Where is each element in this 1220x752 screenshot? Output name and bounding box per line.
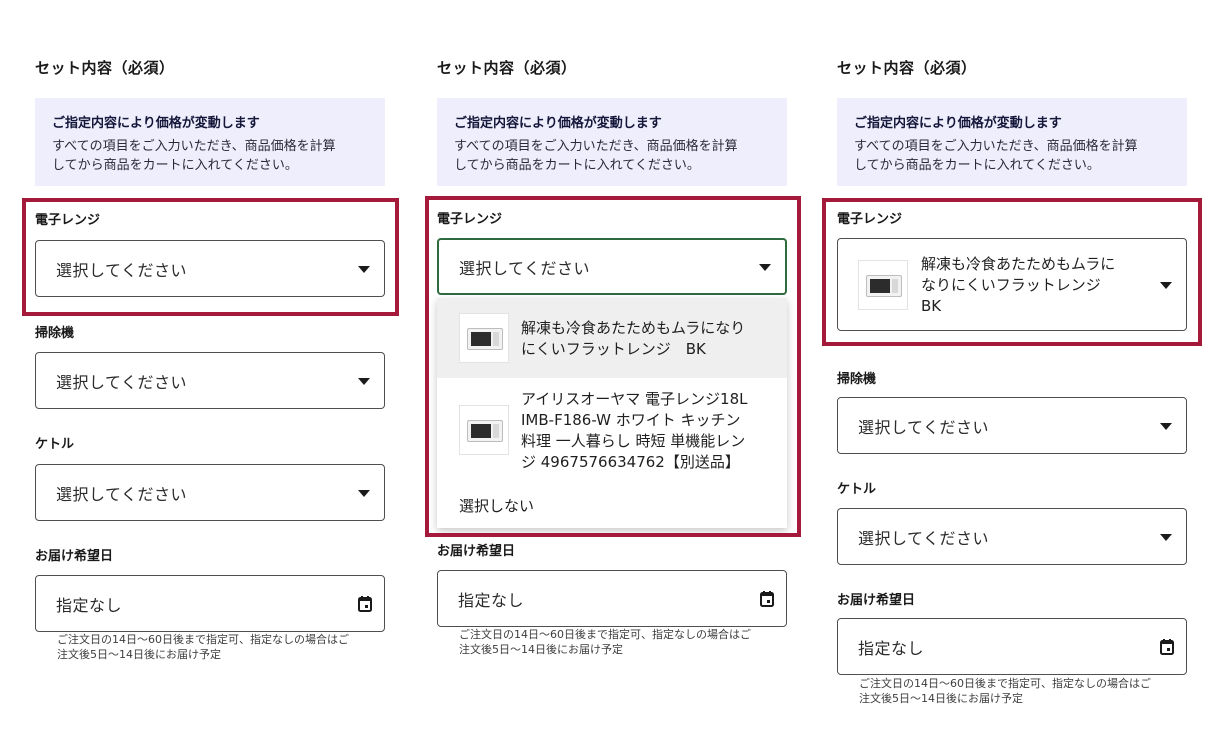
section-title: セット内容（必須） bbox=[35, 59, 175, 77]
notice-body-2: してから商品をカートに入れてください。 bbox=[454, 158, 700, 173]
none-option-label: 選択しない bbox=[459, 497, 535, 515]
option1-line2: にくいフラットレンジ BK bbox=[521, 340, 706, 358]
microwave-select-value: 選択してください bbox=[56, 260, 188, 280]
delivery-note-line2: 注文後5日〜14日後にお届け予定 bbox=[859, 692, 1023, 705]
delivery-note-line1: ご注文日の14日〜60日後まで指定可、指定なしの場合はご bbox=[459, 628, 751, 641]
price-notice: ご指定内容により価格が変動します すべての項目をご入力いただき、商品価格を計算 … bbox=[35, 98, 385, 186]
caret-down-icon bbox=[358, 377, 370, 385]
microwave-select[interactable]: 選択してください bbox=[35, 240, 385, 297]
notice-heading: ご指定内容により価格が変動します bbox=[52, 116, 260, 131]
microwave-label: 電子レンジ bbox=[35, 213, 101, 228]
notice-heading: ご指定内容により価格が変動します bbox=[454, 116, 662, 131]
vacuum-select[interactable]: 選択してください bbox=[35, 352, 385, 409]
calendar-icon[interactable] bbox=[358, 595, 372, 612]
selected-line1: 解凍も冷食あたためもムラに bbox=[921, 255, 1116, 273]
price-notice: ご指定内容により価格が変動します すべての項目をご入力いただき、商品価格を計算 … bbox=[437, 98, 787, 186]
price-notice: ご指定内容により価格が変動します すべての項目をご入力いただき、商品価格を計算 … bbox=[837, 98, 1187, 186]
delivery-label: お届け希望日 bbox=[837, 593, 916, 608]
caret-down-icon bbox=[358, 489, 370, 497]
dropdown-option-flat-range[interactable]: 解凍も冷食あたためもムラになり にくいフラットレンジ BK bbox=[437, 298, 787, 378]
caret-down-icon bbox=[1160, 422, 1172, 430]
option-text: アイリスオーヤマ 電子レンジ18L IMB-F186-W ホワイト キッチン 料… bbox=[521, 389, 747, 473]
microwave-image bbox=[459, 405, 509, 455]
delivery-date-value: 指定なし bbox=[56, 595, 123, 615]
microwave-selected-value: 解凍も冷食あたためもムラに なりにくいフラットレンジ BK bbox=[921, 254, 1115, 317]
dropdown-option-iris-ohyama[interactable]: アイリスオーヤマ 電子レンジ18L IMB-F186-W ホワイト キッチン 料… bbox=[437, 378, 787, 483]
option2-line3: 料理 一人暮らし 時短 単機能レン bbox=[521, 432, 746, 450]
notice-body-2: してから商品をカートに入れてください。 bbox=[52, 158, 298, 173]
option-text: 解凍も冷食あたためもムラになり にくいフラットレンジ BK bbox=[521, 318, 745, 360]
vacuum-select-value: 選択してください bbox=[56, 372, 188, 392]
delivery-date-input[interactable]: 指定なし bbox=[437, 570, 787, 627]
dropdown-option-none[interactable]: 選択しない bbox=[437, 483, 787, 528]
microwave-label: 電子レンジ bbox=[837, 212, 903, 227]
option2-line1: アイリスオーヤマ 電子レンジ18L bbox=[521, 390, 748, 408]
notice-body-2: してから商品をカートに入れてください。 bbox=[854, 158, 1100, 173]
kettle-label: ケトル bbox=[35, 437, 75, 452]
delivery-note: ご注文日の14日〜60日後まで指定可、指定なしの場合はご 注文後5日〜14日後に… bbox=[459, 627, 799, 657]
microwave-select[interactable]: 解凍も冷食あたためもムラに なりにくいフラットレンジ BK bbox=[837, 238, 1187, 331]
microwave-select[interactable]: 選択してください bbox=[437, 238, 787, 295]
microwave-image bbox=[858, 260, 908, 310]
delivery-date-input[interactable]: 指定なし bbox=[35, 575, 385, 632]
kettle-label: ケトル bbox=[837, 482, 877, 497]
panel-initial: セット内容（必須） ご指定内容により価格が変動します すべての項目をご入力いただ… bbox=[35, 0, 395, 752]
microwave-dropdown-menu: 解凍も冷食あたためもムラになり にくいフラットレンジ BK アイリスオーヤマ 電… bbox=[437, 298, 787, 528]
caret-down-icon bbox=[1160, 281, 1172, 289]
delivery-note-line2: 注文後5日〜14日後にお届け予定 bbox=[459, 643, 623, 656]
calendar-icon[interactable] bbox=[1160, 638, 1174, 655]
delivery-date-value: 指定なし bbox=[458, 590, 525, 610]
caret-down-icon bbox=[358, 265, 370, 273]
vacuum-select-value: 選択してください bbox=[858, 417, 990, 437]
kettle-select-value: 選択してください bbox=[858, 528, 990, 548]
delivery-note-line1: ご注文日の14日〜60日後まで指定可、指定なしの場合はご bbox=[57, 633, 349, 646]
panel-selected: セット内容（必須） ご指定内容により価格が変動します すべての項目をご入力いただ… bbox=[837, 0, 1197, 752]
caret-down-icon bbox=[1160, 533, 1172, 541]
kettle-select[interactable]: 選択してください bbox=[837, 508, 1187, 565]
vacuum-label: 掃除機 bbox=[35, 326, 75, 341]
selected-line3: BK bbox=[921, 297, 942, 315]
caret-down-icon bbox=[759, 263, 771, 271]
delivery-label: お届け希望日 bbox=[437, 544, 516, 559]
delivery-note-line1: ご注文日の14日〜60日後まで指定可、指定なしの場合はご bbox=[859, 677, 1151, 690]
delivery-note: ご注文日の14日〜60日後まで指定可、指定なしの場合はご 注文後5日〜14日後に… bbox=[57, 632, 397, 662]
microwave-select-value: 選択してください bbox=[459, 258, 591, 278]
kettle-select[interactable]: 選択してください bbox=[35, 464, 385, 521]
notice-body-1: すべての項目をご入力いただき、商品価格を計算 bbox=[454, 139, 738, 154]
delivery-note: ご注文日の14日〜60日後まで指定可、指定なしの場合はご 注文後5日〜14日後に… bbox=[859, 676, 1199, 706]
section-title: セット内容（必須） bbox=[437, 59, 577, 77]
notice-body-1: すべての項目をご入力いただき、商品価格を計算 bbox=[52, 139, 336, 154]
option2-line4: ジ 4967576634762【別送品】 bbox=[521, 453, 740, 471]
section-title: セット内容（必須） bbox=[837, 59, 977, 77]
vacuum-label: 掃除機 bbox=[837, 372, 877, 387]
notice-body-1: すべての項目をご入力いただき、商品価格を計算 bbox=[854, 139, 1138, 154]
microwave-image bbox=[459, 313, 509, 363]
notice-heading: ご指定内容により価格が変動します bbox=[854, 116, 1062, 131]
option2-line2: IMB-F186-W ホワイト キッチン bbox=[521, 411, 741, 429]
option1-line1: 解凍も冷食あたためもムラになり bbox=[521, 319, 746, 337]
panel-dropdown-open: セット内容（必須） ご指定内容により価格が変動します すべての項目をご入力いただ… bbox=[437, 0, 797, 752]
delivery-date-value: 指定なし bbox=[858, 638, 925, 658]
selected-line2: なりにくいフラットレンジ bbox=[921, 276, 1101, 294]
delivery-date-input[interactable]: 指定なし bbox=[837, 618, 1187, 675]
calendar-icon[interactable] bbox=[760, 590, 774, 607]
vacuum-select[interactable]: 選択してください bbox=[837, 397, 1187, 454]
microwave-label: 電子レンジ bbox=[437, 212, 503, 227]
delivery-note-line2: 注文後5日〜14日後にお届け予定 bbox=[57, 648, 221, 661]
delivery-label: お届け希望日 bbox=[35, 549, 114, 564]
kettle-select-value: 選択してください bbox=[56, 484, 188, 504]
